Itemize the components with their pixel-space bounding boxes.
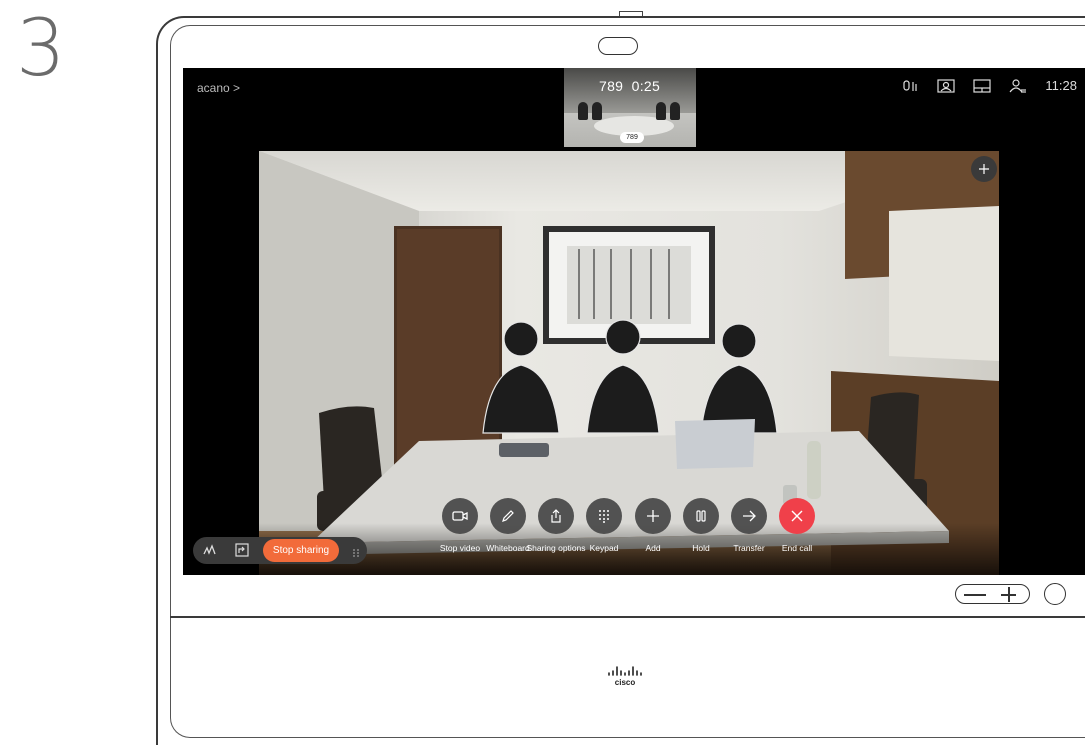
plus-icon: [647, 510, 659, 522]
camera-icon-bezel: [598, 37, 638, 55]
keypad-icon: [599, 510, 609, 523]
stop-video-button[interactable]: [442, 498, 478, 534]
share-toolbar: Stop sharing: [193, 537, 367, 564]
minimize-icon: [979, 164, 989, 174]
power-button[interactable]: [1044, 583, 1066, 605]
camera-icon: [452, 511, 468, 521]
pause-icon: [696, 510, 706, 522]
hold-button[interactable]: [683, 498, 719, 534]
minimize-button[interactable]: [971, 156, 997, 182]
share-screen-icon[interactable]: [235, 543, 249, 557]
whiteboard-button[interactable]: [490, 498, 526, 534]
volume-down-icon: [964, 594, 986, 596]
step-number: 3: [16, 4, 66, 94]
remote-video: [259, 151, 999, 575]
status-icons: 11:28: [903, 78, 1077, 93]
pen-icon: [502, 510, 514, 522]
share-icon: [551, 509, 561, 523]
layout-icon[interactable]: [973, 78, 992, 93]
selfview-label: 789: [620, 132, 644, 143]
microphone-status-icon[interactable]: [903, 79, 919, 93]
clock: 11:28: [1045, 78, 1077, 93]
call-number: 789: [599, 78, 624, 94]
brand-label[interactable]: acano >: [197, 81, 240, 95]
arrow-right-icon: [743, 510, 756, 522]
selfview-icon[interactable]: [937, 78, 956, 93]
stop-sharing-button[interactable]: Stop sharing: [263, 539, 339, 562]
keypad-button[interactable]: [586, 498, 622, 534]
svg-text:cisco: cisco: [615, 678, 636, 687]
annotate-icon[interactable]: [203, 543, 217, 557]
participants-icon[interactable]: [1009, 78, 1027, 93]
end-call-button[interactable]: [779, 498, 815, 534]
cisco-logo: cisco: [606, 664, 646, 688]
close-icon: [791, 510, 803, 522]
bezel-divider: [170, 616, 1085, 618]
volume-rocker[interactable]: [955, 584, 1030, 604]
call-timer: 0:25: [631, 78, 661, 94]
drag-handle-icon[interactable]: [351, 545, 361, 557]
sharing-options-button[interactable]: [538, 498, 574, 534]
end-call-label: End call: [781, 543, 813, 553]
call-info: 789 0:25: [599, 78, 660, 94]
transfer-button[interactable]: [731, 498, 767, 534]
screen: acano > 789 0:25 789 11:28 Stop sharing …: [183, 68, 1085, 575]
add-button[interactable]: [635, 498, 671, 534]
